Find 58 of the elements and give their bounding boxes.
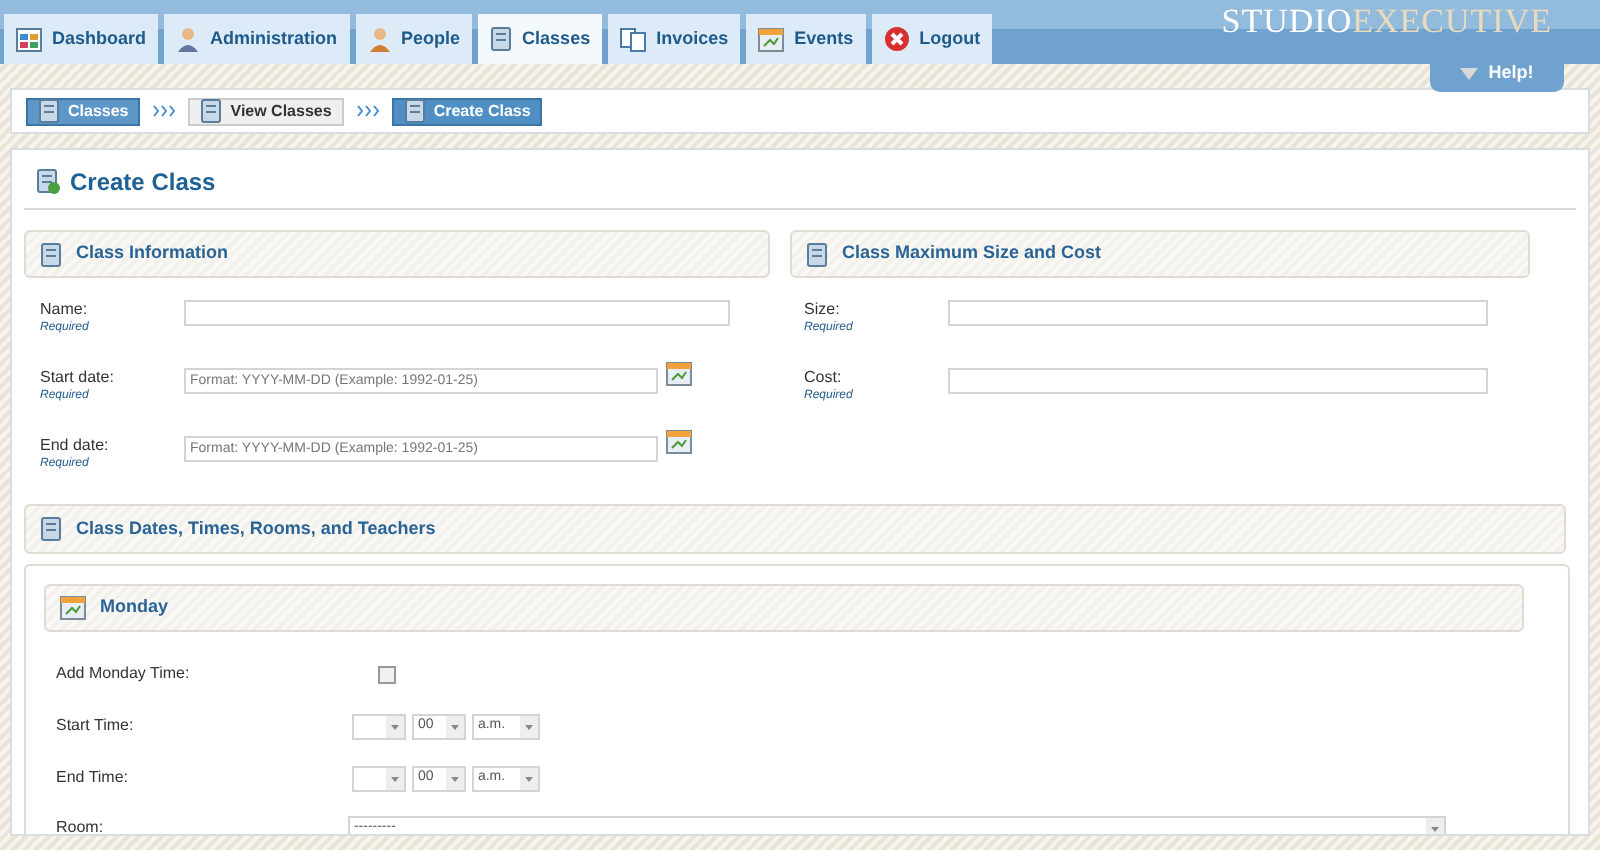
nav-tab[interactable]: Logout	[871, 14, 993, 64]
section-title: Class Dates, Times, Rooms, and Teachers	[76, 515, 436, 542]
caret-icon	[1460, 68, 1479, 80]
field-label: End date:	[40, 436, 111, 456]
logo: STUDIOEXECUTIVE	[1221, 2, 1552, 42]
book-icon	[40, 516, 62, 542]
field-label: Cost:	[804, 368, 844, 388]
nav-tab[interactable]: Dashboard	[4, 14, 159, 64]
field-label: Start Time:	[56, 714, 136, 738]
section-title: Monday	[100, 594, 169, 621]
caret-icon	[386, 767, 404, 789]
caret-icon	[1426, 817, 1444, 834]
close-icon	[883, 26, 910, 52]
book-icon	[200, 98, 223, 124]
field-label: Size:	[804, 300, 842, 320]
nav-tab[interactable]: Administration	[164, 14, 350, 64]
documents-icon	[620, 27, 647, 51]
field-label: Add Monday Time:	[56, 662, 192, 686]
dashboard-icon	[16, 27, 42, 51]
book-add-icon	[36, 168, 60, 194]
chevrons-icon	[355, 104, 380, 118]
page-title: Create Class	[70, 165, 216, 199]
breadcrumb-link[interactable]: Create Class	[391, 97, 543, 125]
caret-icon	[520, 767, 538, 789]
breadcrumb-link[interactable]: View Classes	[188, 97, 344, 125]
input-field[interactable]	[184, 300, 730, 326]
calendar-icon[interactable]	[666, 362, 692, 386]
calendar-icon[interactable]	[666, 430, 692, 454]
calendar-icon	[60, 596, 86, 620]
chevrons-icon	[152, 104, 177, 118]
book-icon	[403, 98, 426, 124]
book-icon	[38, 98, 60, 124]
field-label: End Time:	[56, 766, 131, 790]
input-field[interactable]	[948, 368, 1488, 394]
section-title: Class Maximum Size and Cost	[842, 240, 1102, 267]
nav-tab[interactable]: Events	[746, 14, 866, 64]
section-title: Class Information	[76, 240, 229, 267]
person-icon	[367, 26, 392, 52]
nav-tab[interactable]: Invoices	[608, 14, 741, 64]
book-icon	[40, 241, 62, 267]
caret-icon	[520, 715, 538, 737]
caret-icon	[446, 715, 464, 737]
breadcrumb-link[interactable]: Classes	[26, 97, 141, 125]
person-icon	[176, 26, 201, 52]
caret-icon	[386, 715, 404, 737]
book-icon	[490, 26, 513, 52]
field-label: Name:	[40, 300, 90, 320]
nav-tab[interactable]: People	[355, 14, 473, 64]
caret-icon	[446, 767, 464, 789]
nav-tab[interactable]: Classes	[478, 14, 603, 64]
dropdown[interactable]	[352, 713, 406, 739]
field-label: Start date:	[40, 368, 116, 388]
input-field[interactable]	[948, 300, 1488, 326]
checkbox[interactable]	[378, 665, 396, 683]
field-label: Room:	[56, 816, 106, 834]
book-icon	[806, 241, 828, 267]
dropdown[interactable]	[352, 765, 406, 791]
calendar-icon	[758, 27, 785, 51]
